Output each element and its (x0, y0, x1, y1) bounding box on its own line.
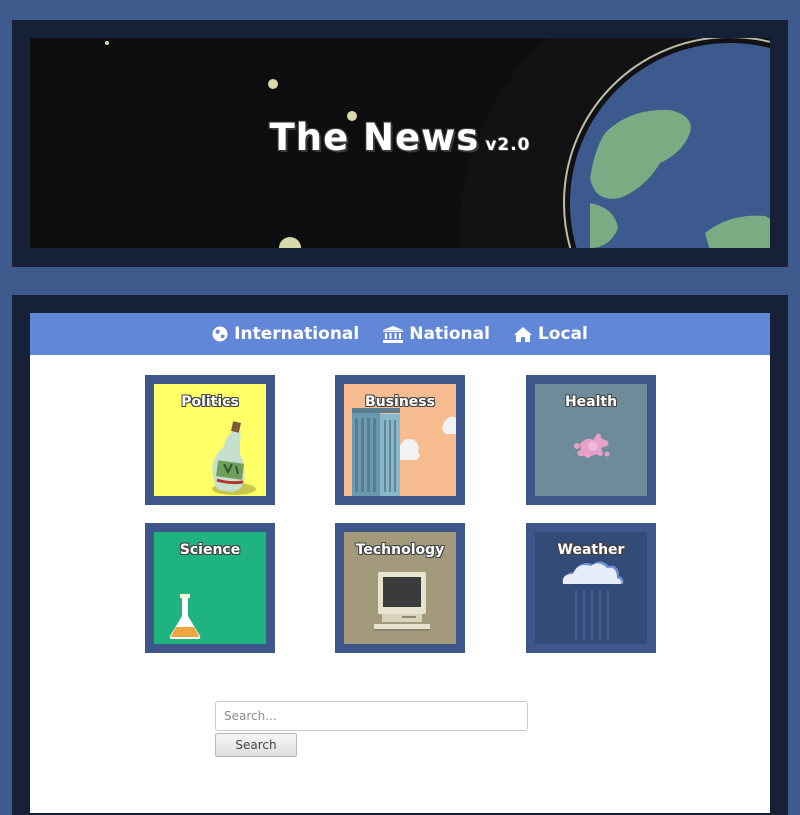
tile-health-background: Health (535, 384, 647, 496)
category-tile-technology[interactable]: Technology (335, 523, 465, 653)
header-banner: The News v2.0 (30, 38, 770, 248)
nav-label-local: Local (537, 324, 588, 344)
tile-business-background: Business (344, 384, 456, 496)
tile-label-politics: Politics (181, 394, 239, 410)
tile-weather-background: Weather (535, 532, 647, 644)
header-frame: The News v2.0 (12, 20, 788, 267)
star (268, 79, 278, 89)
category-tile-weather[interactable]: Weather (526, 523, 656, 653)
tile-technology-background: Technology (344, 532, 456, 644)
nav-label-international: International (234, 324, 360, 344)
site-title-text: The News (269, 116, 480, 159)
site-version: v2.0 (485, 135, 531, 155)
nav-item-national[interactable]: National (383, 324, 490, 344)
site-title: The News v2.0 (30, 116, 770, 159)
tile-politics-background: Politics (154, 384, 266, 496)
nav-label-national: National (409, 324, 490, 344)
star (105, 41, 109, 45)
search-button[interactable]: Search (215, 733, 297, 757)
category-tile-politics[interactable]: Politics (145, 375, 275, 505)
section-nav: International National Local (30, 313, 770, 355)
moon (279, 237, 301, 248)
tile-label-business: Business (365, 394, 435, 410)
bank-icon (383, 325, 404, 343)
globe-icon (212, 326, 228, 342)
tile-label-health: Health (564, 394, 618, 410)
category-tile-health[interactable]: Health (526, 375, 656, 505)
nav-item-local[interactable]: Local (513, 324, 588, 344)
tile-science-background: Science (154, 532, 266, 644)
tile-label-weather: Weather (557, 542, 625, 558)
home-icon (513, 326, 532, 342)
nav-item-international[interactable]: International (212, 324, 359, 344)
category-tile-business[interactable]: Business (335, 375, 465, 505)
search-input[interactable] (215, 701, 528, 731)
tile-label-technology: Technology (355, 542, 445, 558)
tile-label-science: Science (179, 542, 241, 558)
category-tile-science[interactable]: Science (145, 523, 275, 653)
